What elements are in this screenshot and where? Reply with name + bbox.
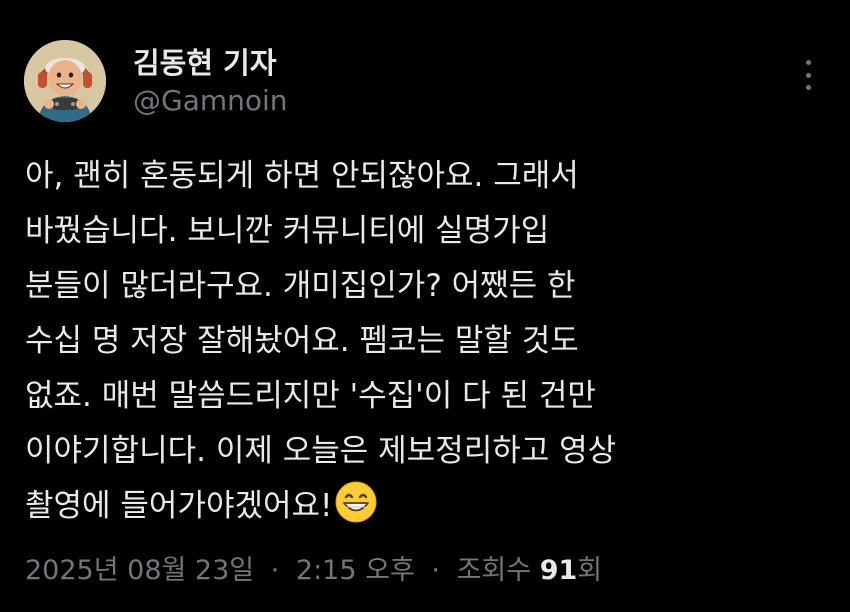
views-suffix: 회 [577, 555, 603, 586]
post-text-line: 아, 괜히 혼동되게 하면 안되잖아요. 그래서 [25, 158, 579, 194]
avatar[interactable] [24, 40, 106, 122]
user-handle[interactable]: @Gamnoin [133, 84, 288, 117]
display-name[interactable]: 김동현 기자 [133, 40, 277, 82]
more-vertical-icon-dot [805, 85, 811, 90]
post-text-line: 바꿨습니다. 보니깐 커뮤니티에 실명가입 [25, 213, 550, 249]
post-text-last-words: 촬영에 들어가야겠어요! [25, 488, 333, 524]
post-text-line-last: 촬영에 들어가야겠어요! [25, 479, 825, 534]
views-label: 조회수 [456, 555, 532, 586]
views-count: 91 [539, 555, 578, 586]
post-time[interactable]: 2:15 오후 [296, 555, 415, 586]
post-text-line: 없죠. 매번 말씀드리지만 '수집'이 다 된 건만 [25, 378, 596, 414]
post-text-line: 이야기합니다. 이제 오늘은 제보정리하고 영상 [25, 433, 617, 469]
post-text: 아, 괜히 혼동되게 하면 안되잖아요. 그래서 바꿨습니다. 보니깐 커뮤니티… [25, 149, 825, 534]
post-text-line: 분들이 많더라구요. 개미집인가? 어쨌든 한 [25, 268, 576, 304]
post-date[interactable]: 2025년 08월 23일 [25, 555, 254, 586]
more-options-button[interactable] [796, 58, 820, 92]
avatar-cartoon-gamer-icon [24, 40, 106, 122]
more-vertical-icon-dot [805, 72, 811, 78]
post-meta: 2025년 08월 23일 · 2:15 오후 · 조회수 91회 [25, 548, 602, 587]
meta-separator: · [431, 555, 440, 586]
post-container: 김동현 기자 @Gamnoin 아, 괜히 혼동되게 하면 안되잖아요. 그래서… [0, 0, 850, 612]
more-vertical-icon [805, 60, 811, 65]
grinning-face-emoji-icon [335, 481, 377, 523]
post-text-line: 수십 명 저장 잘해놨어요. 펨코는 말할 것도 [25, 323, 579, 359]
meta-separator: · [270, 555, 280, 586]
